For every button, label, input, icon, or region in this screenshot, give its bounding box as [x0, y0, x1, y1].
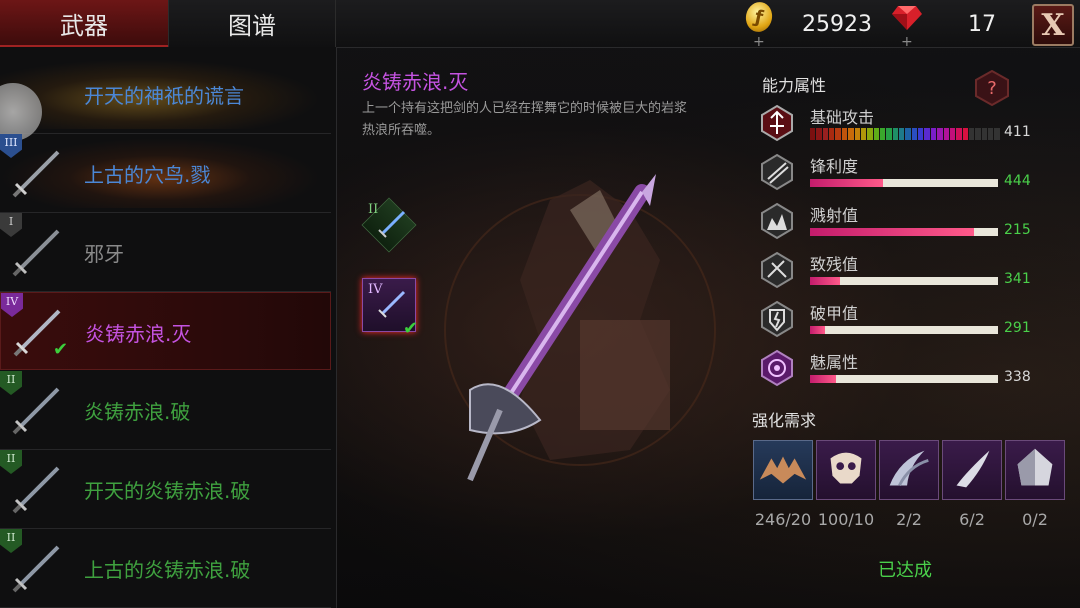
crystal-icon: [1017, 448, 1053, 486]
stat-row: 锋利度 444: [758, 153, 1058, 197]
stat-value: 341: [1004, 271, 1031, 287]
list-item-selected[interactable]: IV ✔ 炎铸赤浪.灭: [0, 292, 331, 370]
requirement-item[interactable]: [753, 440, 813, 500]
stat-value: 444: [1004, 173, 1031, 189]
stat-name: 魅属性: [810, 353, 859, 372]
weapon-name: 上古的炎铸赤浪.破: [84, 558, 251, 582]
sword-icon: [12, 545, 60, 593]
list-item[interactable]: I 邪牙: [0, 213, 331, 292]
stat-value: 291: [1004, 320, 1031, 336]
weapon-name: 炎铸赤浪.灭: [85, 322, 192, 346]
tab-weapons[interactable]: 武器: [0, 0, 168, 47]
stat-row: 溅射值 215: [758, 202, 1058, 246]
stat-bar: [810, 228, 998, 236]
stat-bar: [810, 179, 998, 187]
weapon-list[interactable]: 开天的神祇的谎言 III 上古的穴鸟.戮 I 邪牙 IV ✔ 炎铸赤浪.灭 II…: [0, 47, 337, 608]
stat-name: 致残值: [810, 255, 859, 274]
top-bar: 武器 图谱 ƒ + 25923 + 17 X: [0, 0, 1080, 50]
weapon-description: 上一个持有这把剑的人已经在挥舞它的时候被巨大的岩浆热浪所吞噬。: [362, 101, 688, 138]
tab-codex[interactable]: 图谱: [168, 0, 336, 47]
stat-name: 基础攻击: [810, 108, 875, 127]
list-item[interactable]: II 炎铸赤浪.破: [0, 371, 331, 450]
plus-icon: +: [901, 34, 913, 50]
requirement-item[interactable]: [816, 440, 876, 500]
sword-icon: [378, 290, 406, 318]
stat-bar-fill: [810, 228, 974, 236]
stat-bar-fill: [810, 179, 884, 187]
skull-icon: [830, 452, 862, 484]
stat-row: 魅属性 338: [758, 349, 1058, 393]
list-item[interactable]: 开天的神祇的谎言: [0, 55, 331, 134]
sword-icon: [12, 150, 60, 198]
stat-bar: [810, 326, 998, 334]
requirement-count: 100/10: [817, 510, 875, 529]
fang-icon: [956, 450, 990, 488]
stat-bar-fill: [810, 326, 826, 334]
weapon-name: 开天的神祇的谎言: [84, 84, 244, 108]
weapon-name: 上古的穴鸟.戮: [84, 163, 211, 187]
sword-icon: [12, 387, 60, 435]
requirement-item[interactable]: [879, 440, 939, 500]
stat-name: 溅射值: [810, 206, 859, 225]
coin-add-button[interactable]: ƒ +: [738, 0, 780, 52]
stat-name: 锋利度: [810, 157, 859, 176]
requirement-count: 0/2: [1022, 510, 1048, 529]
stat-row: 基础攻击 411: [758, 104, 1058, 148]
requirements-title: 强化需求: [752, 411, 817, 430]
weapon-name: 开天的炎铸赤浪.破: [84, 479, 251, 503]
stat-name: 破甲值: [810, 304, 859, 323]
check-icon: ✔: [53, 339, 69, 360]
plus-icon: +: [753, 34, 765, 50]
sword-icon: [12, 466, 60, 514]
cripple-icon: [761, 251, 793, 289]
requirement-item[interactable]: [942, 440, 1002, 500]
bat-wing-icon: [759, 456, 807, 484]
sword-icon: [378, 210, 406, 238]
attributes-title: 能力属性: [762, 76, 827, 95]
claw-icon: [889, 450, 929, 487]
list-item[interactable]: II 开天的炎铸赤浪.破: [0, 450, 331, 529]
stat-bar-fill: [810, 277, 841, 285]
sharpness-icon: [761, 153, 793, 191]
splash-icon: [761, 202, 793, 240]
weapon-name: 邪牙: [84, 242, 124, 266]
attack-icon: [761, 104, 793, 142]
coin-amount: 25923: [802, 12, 872, 37]
stat-value: 338: [1004, 369, 1031, 385]
help-glyph: ?: [987, 78, 997, 99]
stat-bar-fill: [810, 375, 837, 383]
stat-row: 致残值 341: [758, 251, 1058, 295]
list-item[interactable]: II 上古的炎铸赤浪.破: [0, 529, 331, 608]
upgrade-slot[interactable]: II: [361, 197, 417, 253]
stat-bar: [810, 128, 1000, 140]
check-icon: ✔: [403, 318, 419, 339]
gem-icon: [892, 6, 922, 30]
gem-add-button[interactable]: +: [886, 0, 928, 52]
charm-icon: [761, 349, 793, 387]
gem-amount: 17: [968, 12, 996, 37]
armor-break-icon: [761, 300, 793, 338]
requirement-status: 已达成: [878, 560, 932, 581]
stat-bar: [810, 375, 998, 383]
list-item[interactable]: III 上古的穴鸟.戮: [0, 134, 331, 213]
stat-value: 411: [1004, 124, 1031, 140]
stat-bar: [810, 277, 998, 285]
close-button[interactable]: X: [1032, 4, 1074, 46]
coin-icon: ƒ: [743, 0, 775, 35]
stat-value: 215: [1004, 222, 1031, 238]
weapon-artwork: [444, 174, 716, 482]
requirement-count: 246/20: [754, 510, 812, 529]
requirement-count: 6/2: [959, 510, 985, 529]
stat-row: 破甲值 291: [758, 300, 1058, 344]
weapon-title: 炎铸赤浪.灭: [362, 70, 469, 94]
requirement-count: 2/2: [896, 510, 922, 529]
requirement-item[interactable]: [1005, 440, 1065, 500]
help-button[interactable]: ?: [974, 70, 1010, 106]
weapon-name: 炎铸赤浪.破: [84, 400, 191, 424]
sword-icon: [12, 229, 60, 277]
